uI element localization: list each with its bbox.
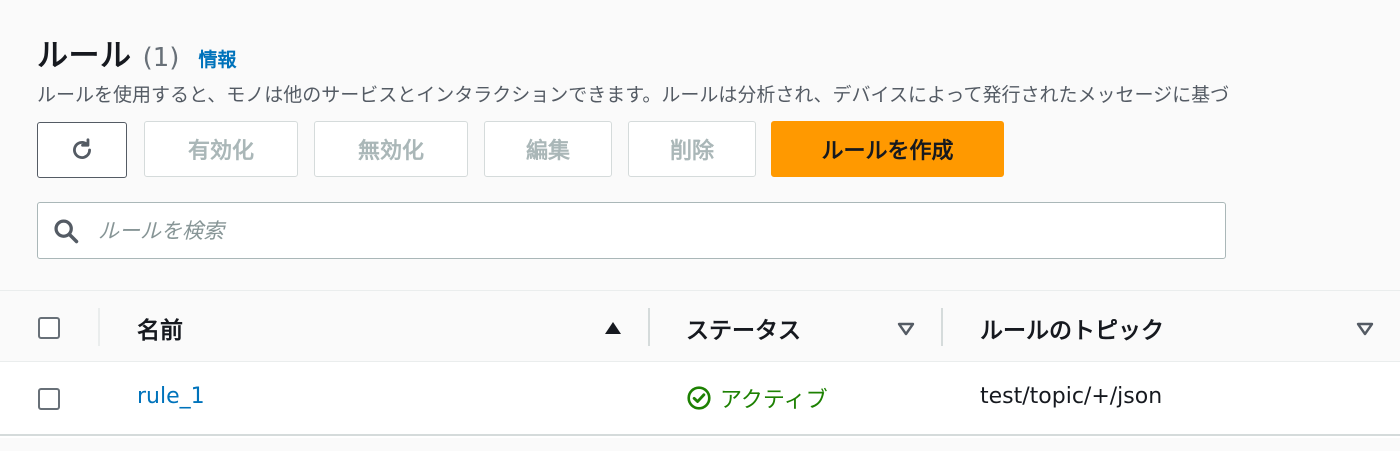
select-all-checkbox[interactable] xyxy=(38,317,60,339)
search-input[interactable] xyxy=(96,217,1225,244)
column-divider[interactable] xyxy=(941,308,943,346)
status-cell: アクティブ xyxy=(686,382,828,414)
column-header-topic[interactable]: ルールのトピック xyxy=(980,311,1164,345)
search-box xyxy=(37,202,1226,259)
table-row: rule_1 アクティブ test/topic/+/json xyxy=(0,362,1400,436)
edit-button[interactable]: 編集 xyxy=(484,121,612,177)
toolbar: 有効化 無効化 編集 削除 ルールを作成 xyxy=(0,121,1400,181)
rules-table: 名前 ステータス ルールのトピック rule_1 アクティブ test/topi… xyxy=(0,290,1400,438)
row-checkbox[interactable] xyxy=(38,388,60,410)
rules-page: ルール (1) 情報 ルールを使用すると、モノは他のサービスとインタラクションで… xyxy=(0,0,1400,451)
sort-icon[interactable] xyxy=(1356,322,1374,336)
column-header-status[interactable]: ステータス xyxy=(686,311,801,345)
disable-button[interactable]: 無効化 xyxy=(314,121,468,177)
refresh-button[interactable] xyxy=(37,122,127,178)
rule-name-link[interactable]: rule_1 xyxy=(137,384,205,409)
search-icon xyxy=(54,218,79,243)
sort-ascending-icon[interactable] xyxy=(604,321,622,335)
table-header: 名前 ステータス ルールのトピック xyxy=(0,290,1400,362)
enable-button[interactable]: 有効化 xyxy=(144,121,298,177)
page-description: ルールを使用すると、モノは他のサービスとインタラクションできます。ルールは分析さ… xyxy=(37,84,1230,106)
refresh-icon xyxy=(73,138,91,159)
create-rule-button[interactable]: ルールを作成 xyxy=(771,121,1004,177)
info-link[interactable]: 情報 xyxy=(199,45,237,72)
rule-topic: test/topic/+/json xyxy=(980,384,1163,409)
page-title: ルール xyxy=(37,38,132,74)
page-header: ルール (1) 情報 xyxy=(37,30,237,75)
success-icon xyxy=(687,386,711,410)
delete-button[interactable]: 削除 xyxy=(628,121,756,177)
rule-count: (1) xyxy=(142,43,180,73)
status-text: アクティブ xyxy=(720,388,828,413)
column-header-name[interactable]: 名前 xyxy=(137,311,183,345)
column-divider[interactable] xyxy=(648,308,650,346)
sort-icon[interactable] xyxy=(897,322,915,336)
column-divider xyxy=(98,308,100,346)
